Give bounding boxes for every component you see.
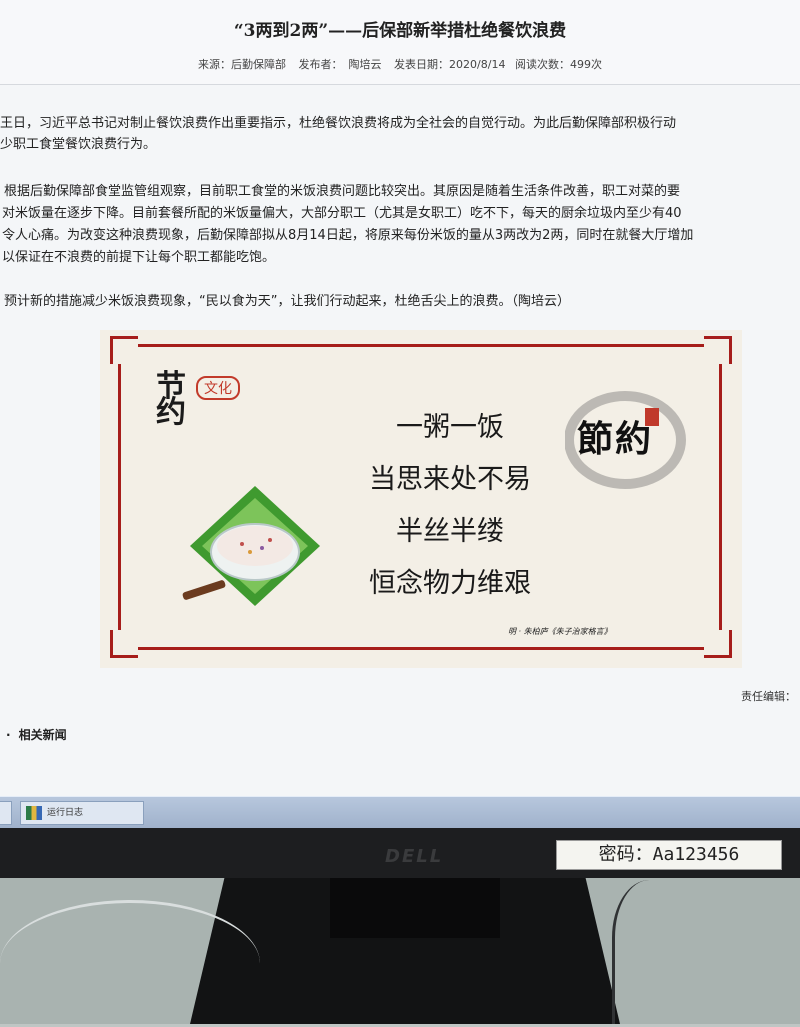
paragraph-3: 预计新的措施减少米饭浪费现象，“民以食为天”，让我们行动起来，杜绝舌尖上的浪费。… — [4, 294, 570, 309]
taskbar-item-run-log[interactable]: 运行日志 — [20, 801, 144, 825]
taskbar-button[interactable] — [0, 801, 12, 825]
frame-corner — [110, 336, 138, 364]
seal-text: 節約 — [577, 418, 654, 460]
poster-logo: 节约 文化 — [156, 372, 266, 430]
taskbar: 运行日志 — [0, 796, 800, 828]
books-icon — [26, 806, 42, 820]
poem-line-4: 恒念物力维艰 — [369, 568, 531, 599]
paragraph-2-line-4: 以保证在不浪费的前提下让每个职工都能吃饱。 — [2, 250, 276, 265]
monitor-bezel: DELL 密码：Aa123456 — [0, 828, 800, 878]
grain-dot — [260, 546, 264, 550]
frame-corner — [704, 630, 732, 658]
porridge-shape — [217, 526, 293, 566]
poem-line-2: 当思来处不易 — [369, 464, 531, 495]
monitor-brand-logo: DELL — [385, 846, 444, 867]
frame-corner — [110, 630, 138, 658]
frugality-poster: 节约 文化 一粥一饭 当思来处不易 半丝半缕 恒念物力维艰 節約 明 · 朱柏庐… — [100, 330, 742, 668]
editor-label: 责任编辑： — [741, 690, 796, 703]
paragraph-2-line-1: 根据后勤保障部食堂监管组观察，目前职工食堂的米饭浪费问题比较突出。其原因是随着生… — [4, 184, 681, 199]
cable — [0, 900, 260, 1027]
rice-porridge-bowl-image — [182, 486, 320, 606]
related-news-heading[interactable]: · 相关新闻 — [6, 726, 67, 743]
meta-date: 发表日期：2020/8/14 — [394, 58, 506, 71]
poem-block: 一粥一饭 当思来处不易 半丝半缕 恒念物力维艰 — [340, 402, 560, 610]
related-news-label: 相关新闻 — [18, 728, 67, 742]
monitor-screen: “3两到2两”——后保部新举措杜绝餐饮浪费 来源：后勤保障部 发布者： 陶培云 发… — [0, 0, 800, 828]
spoon-shape — [182, 580, 226, 600]
paragraph-1-line-1: 王日，习近平总书记对制止餐饮浪费作出重要指示，杜绝餐饮浪费将成为全社会的自觉行动… — [0, 116, 677, 131]
monitor-stand-neck — [330, 878, 500, 938]
poem-line-3: 半丝半缕 — [396, 516, 504, 547]
calligraphy-seal: 節約 — [565, 390, 690, 490]
paragraph-2-line-2: 对米饭量在逐步下降。目前套餐所配的米饭量偏大，大部分职工（尤其是女职工）吃不下，… — [2, 206, 682, 221]
article-title: “3两到2两”——后保部新举措杜绝餐饮浪费 — [233, 21, 567, 41]
article-header: “3两到2两”——后保部新举措杜绝餐饮浪费 来源：后勤保障部 发布者： 陶培云 发… — [0, 0, 800, 85]
meta-views: 阅读次数：499次 — [514, 58, 602, 71]
poster-credit: 明 · 朱柏庐《朱子治家格言》 — [508, 627, 612, 636]
meta-publisher-name: 陶培云 — [348, 58, 382, 71]
article-meta: 来源：后勤保障部 发布者： 陶培云 发表日期：2020/8/14 阅读次数：499… — [0, 56, 800, 72]
cable — [612, 880, 705, 1024]
grain-dot — [240, 542, 244, 546]
grain-dot — [248, 550, 252, 554]
poem-line-1: 一粥一饭 — [396, 412, 504, 443]
meta-publisher: 发布者： 陶培云 — [298, 58, 382, 71]
frame-corner — [704, 336, 732, 364]
paragraph-2-line-3: 令人心痛。为改变这种浪费现象，后勤保障部拟从8月14日起，将原来每份米饭的量从3… — [2, 228, 694, 243]
grain-dot — [268, 538, 272, 542]
meta-source: 来源：后勤保障部 — [198, 58, 287, 71]
taskbar-item-label: 运行日志 — [47, 808, 84, 818]
paragraph-1-line-2: 少职工食堂餐饮浪费行为。 — [0, 137, 157, 152]
logo-sub-text: 文化 — [196, 376, 240, 400]
password-sticker: 密码：Aa123456 — [556, 840, 782, 870]
bullet-icon: · — [6, 728, 11, 742]
